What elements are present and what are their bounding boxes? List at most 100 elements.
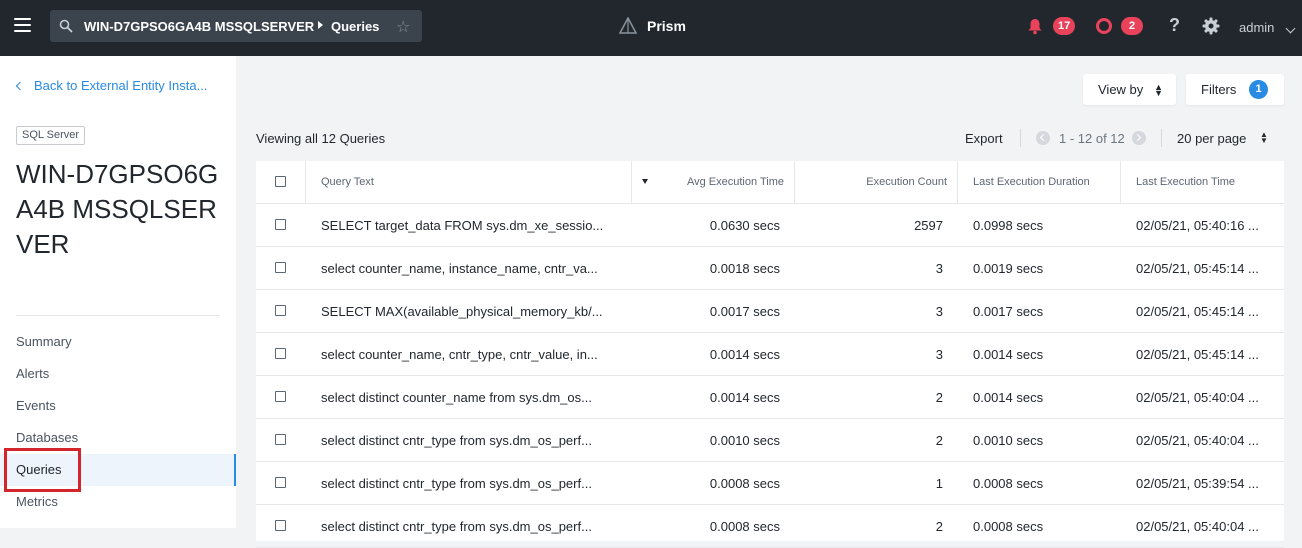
row-checkbox[interactable] [275,219,286,230]
queries-table: Query Text Avg Execution Time Execution … [256,161,1284,548]
bell-icon[interactable] [1026,17,1044,35]
sidebar-item-databases[interactable]: Databases [0,422,236,454]
query-text-cell[interactable]: SELECT MAX(available_physical_memory_kb/… [321,290,621,333]
sidebar-item-events[interactable]: Events [0,390,236,422]
execution-count-cell: 3 [935,261,943,276]
filters-button[interactable]: Filters 1 [1186,74,1284,105]
breadcrumb-separator-icon [318,21,323,29]
sidebar-item-queries[interactable]: Queries [0,454,236,486]
breadcrumb-entity[interactable]: WIN-D7GPSO6GA4B MSSQLSERVER [84,19,314,34]
avg-execution-time-cell: 0.0014 secs [709,347,780,362]
last-execution-time-cell: 02/05/21, 05:40:04 ... [1136,390,1259,405]
filters-label: Filters [1201,82,1237,97]
execution-count-cell: 2 [935,519,943,534]
sidebar-item-metrics[interactable]: Metrics [0,486,236,518]
star-icon[interactable]: ☆ [396,17,410,37]
table-row[interactable]: SELECT MAX(available_physical_memory_kb/… [256,290,1284,333]
filters-count-badge: 1 [1249,80,1268,99]
execution-count-cell: 2 [935,390,943,405]
global-search-bar[interactable]: WIN-D7GPSO6GA4B MSSQLSERVER Queries ☆ [50,10,422,42]
row-checkbox[interactable] [275,391,286,402]
last-execution-duration-cell: 0.0998 secs [973,218,1044,233]
help-icon[interactable]: ? [1169,15,1180,36]
back-link[interactable]: Back to External Entity Insta... [34,78,216,93]
sidebar-divider [16,315,220,316]
sort-caret-icon[interactable]: ▲ ▼ [1260,131,1268,145]
column-divider [305,161,306,204]
column-divider [631,161,632,204]
export-button[interactable]: Export [965,131,1003,146]
menu-icon[interactable] [14,17,31,33]
previous-page-icon[interactable] [1036,131,1050,145]
alerts-count-badge[interactable]: 17 [1053,17,1076,35]
row-checkbox[interactable] [275,434,286,445]
execution-count-cell: 2597 [914,218,943,233]
last-execution-time-cell: 02/05/21, 05:39:54 ... [1136,476,1259,491]
column-header-last-execution-duration[interactable]: Last Execution Duration [973,161,1090,204]
row-checkbox[interactable] [275,305,286,316]
query-text-cell[interactable]: select counter_name, cntr_type, cntr_val… [321,333,621,376]
view-by-label: View by [1098,82,1144,97]
table-row[interactable]: select counter_name, cntr_type, cntr_val… [256,333,1284,376]
table-row[interactable]: select counter_name, instance_name, cntr… [256,247,1284,290]
query-text-cell[interactable]: select distinct cntr_type from sys.dm_os… [321,505,621,548]
select-all-checkbox[interactable] [275,176,286,187]
per-page-dropdown[interactable]: 20 per page [1177,131,1246,146]
sidebar-item-summary[interactable]: Summary [0,326,236,358]
row-checkbox[interactable] [275,262,286,273]
user-menu[interactable]: admin [1239,20,1274,35]
column-header-execution-count[interactable]: Execution Count [804,161,947,204]
table-row[interactable]: select distinct counter_name from sys.dm… [256,376,1284,419]
row-checkbox[interactable] [275,477,286,488]
last-execution-time-cell: 02/05/21, 05:40:16 ... [1136,218,1259,233]
breadcrumb-page[interactable]: Queries [331,19,379,34]
column-header-last-execution-time[interactable]: Last Execution Time [1136,161,1235,204]
pagination-range: 1 - 12 of 12 [1059,131,1125,146]
avg-execution-time-cell: 0.0010 secs [709,433,780,448]
column-divider [1120,161,1121,204]
table-row[interactable]: SELECT target_data FROM sys.dm_xe_sessio… [256,204,1284,247]
toolbar-divider [1020,129,1021,147]
column-header-avg-execution-time[interactable]: Avg Execution Time [646,161,784,204]
row-checkbox[interactable] [275,348,286,359]
search-icon [59,19,73,33]
sidebar-item-alerts[interactable]: Alerts [0,358,236,390]
events-ring-icon[interactable] [1096,18,1112,34]
last-execution-duration-cell: 0.0010 secs [973,433,1044,448]
execution-count-cell: 2 [935,433,943,448]
table-row[interactable]: select distinct cntr_type from sys.dm_os… [256,462,1284,505]
query-text-cell[interactable]: SELECT target_data FROM sys.dm_xe_sessio… [321,204,621,247]
entity-title: WIN-D7GPSO6GA4B MSSQLSERVER [16,159,219,259]
entity-type-tag: SQL Server [16,126,86,145]
view-by-dropdown[interactable]: View by ▲ ▼ [1083,74,1176,105]
top-navigation-bar: WIN-D7GPSO6GA4B MSSQLSERVER Queries ☆ Pr… [0,0,1302,56]
events-count-badge[interactable]: 2 [1121,17,1143,35]
toolbar-divider [1161,129,1162,147]
entity-sidebar: Back to External Entity Insta... SQL Ser… [0,56,236,528]
avg-execution-time-cell: 0.0008 secs [709,476,780,491]
last-execution-time-cell: 02/05/21, 05:40:04 ... [1136,519,1259,534]
last-execution-duration-cell: 0.0014 secs [973,390,1044,405]
execution-count-cell: 1 [935,476,943,491]
avg-execution-time-cell: 0.0630 secs [709,218,780,233]
query-text-cell[interactable]: select distinct counter_name from sys.dm… [321,376,621,419]
table-row[interactable]: select distinct cntr_type from sys.dm_os… [256,505,1284,548]
query-text-cell[interactable]: select counter_name, instance_name, cntr… [321,247,621,290]
query-text-cell[interactable]: select distinct cntr_type from sys.dm_os… [321,419,621,462]
next-page-icon[interactable] [1132,131,1146,145]
execution-count-cell: 3 [935,304,943,319]
last-execution-duration-cell: 0.0019 secs [973,261,1044,276]
avg-execution-time-cell: 0.0017 secs [709,304,780,319]
chevron-left-icon[interactable] [15,81,25,91]
row-checkbox[interactable] [275,520,286,531]
last-execution-time-cell: 02/05/21, 05:45:14 ... [1136,347,1259,362]
viewing-summary: Viewing all 12 Queries [256,131,386,146]
last-execution-duration-cell: 0.0014 secs [973,347,1044,362]
column-header-query-text[interactable]: Query Text [321,161,374,204]
chevron-down-icon[interactable] [1285,23,1296,34]
query-text-cell[interactable]: select distinct cntr_type from sys.dm_os… [321,462,621,505]
gear-icon[interactable] [1202,17,1220,35]
last-execution-duration-cell: 0.0017 secs [973,304,1044,319]
execution-count-cell: 3 [935,347,943,362]
table-row[interactable]: select distinct cntr_type from sys.dm_os… [256,419,1284,462]
